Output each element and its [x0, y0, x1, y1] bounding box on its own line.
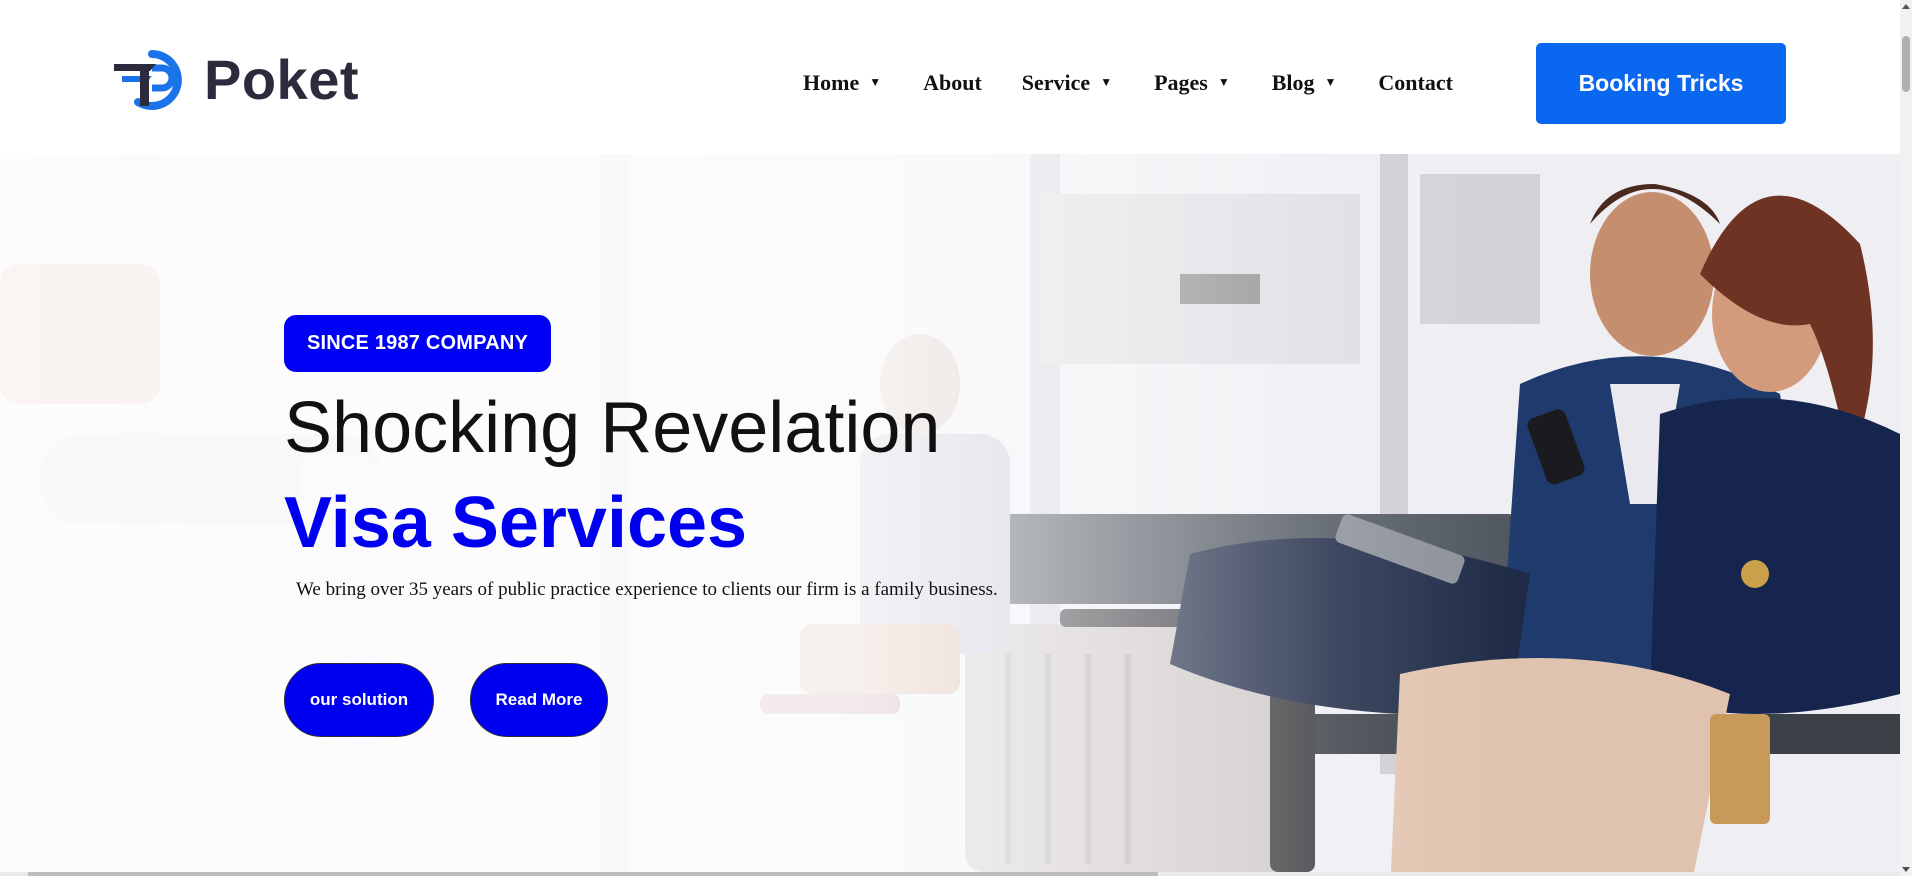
- caret-down-icon: ▼: [1217, 74, 1230, 89]
- hero-subtitle: Visa Services: [284, 483, 748, 563]
- main-nav: Home ▼ About Service ▼ Pages ▼ Blog ▼ Co…: [803, 70, 1453, 96]
- nav-item-label: About: [923, 70, 982, 95]
- nav-item-contact[interactable]: Contact: [1378, 70, 1453, 96]
- nav-item-blog[interactable]: Blog ▼: [1272, 70, 1337, 96]
- caret-down-icon: ▼: [1324, 74, 1337, 89]
- scrollbar-thumb[interactable]: [1902, 36, 1910, 92]
- scroll-down-arrow-icon[interactable]: [1902, 867, 1910, 872]
- nav-item-home[interactable]: Home ▼: [803, 70, 881, 96]
- nav-item-pages[interactable]: Pages ▼: [1154, 70, 1230, 96]
- nav-item-service[interactable]: Service ▼: [1022, 70, 1112, 96]
- booking-tricks-button[interactable]: Booking Tricks: [1536, 43, 1786, 124]
- nav-item-label: Service: [1021, 70, 1091, 95]
- caret-down-icon: ▼: [1100, 74, 1113, 89]
- horizontal-scrollbar[interactable]: [0, 872, 1900, 876]
- brand-name: Poket: [204, 48, 359, 111]
- vertical-scrollbar[interactable]: [1900, 0, 1912, 876]
- caret-down-icon: ▼: [869, 74, 882, 89]
- read-more-button[interactable]: Read More: [470, 663, 608, 737]
- nav-item-label: Pages: [1154, 70, 1208, 95]
- hero-title: Shocking Revelation: [284, 388, 941, 468]
- hero-description: We bring over 35 years of public practic…: [296, 579, 998, 600]
- nav-item-label: Blog: [1271, 70, 1315, 95]
- our-solution-button[interactable]: our solution: [284, 663, 434, 737]
- nav-item-label: Home: [803, 70, 860, 95]
- hero-section: SINCE 1987 COMPANY Shocking Revelation V…: [0, 154, 1900, 872]
- poket-logo-icon: [114, 50, 182, 110]
- site-header: Poket Home ▼ About Service ▼ Pages ▼ Blo…: [0, 0, 1900, 154]
- nav-item-label: Contact: [1378, 70, 1453, 95]
- since-badge: SINCE 1987 COMPANY: [284, 315, 551, 372]
- scrollbar-thumb[interactable]: [28, 872, 1158, 876]
- nav-item-about[interactable]: About: [923, 70, 982, 96]
- brand-logo[interactable]: Poket: [112, 48, 359, 112]
- scroll-up-arrow-icon[interactable]: [1902, 4, 1910, 9]
